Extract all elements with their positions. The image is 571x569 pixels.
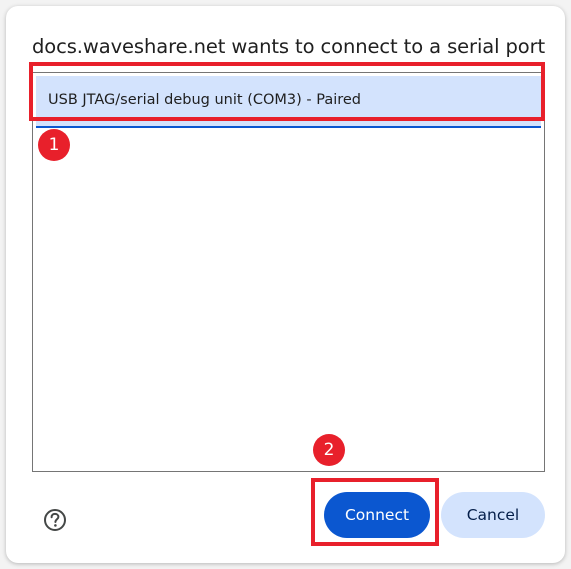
cancel-button[interactable]: Cancel [441,492,545,538]
serial-port-dialog: docs.waveshare.net wants to connect to a… [6,6,565,563]
port-item-com3[interactable]: USB JTAG/serial debug unit (COM3) - Pair… [36,76,541,128]
annotation-step-2-badge: 2 [313,434,345,466]
annotation-step-1-badge: 1 [38,129,70,161]
help-icon[interactable] [38,503,72,537]
dialog-title: docs.waveshare.net wants to connect to a… [32,35,546,58]
help-circle-icon [44,509,66,531]
port-item-label: USB JTAG/serial debug unit (COM3) - Pair… [48,92,362,108]
serial-port-list[interactable]: USB JTAG/serial debug unit (COM3) - Pair… [32,72,545,472]
connect-button[interactable]: Connect [324,492,430,538]
